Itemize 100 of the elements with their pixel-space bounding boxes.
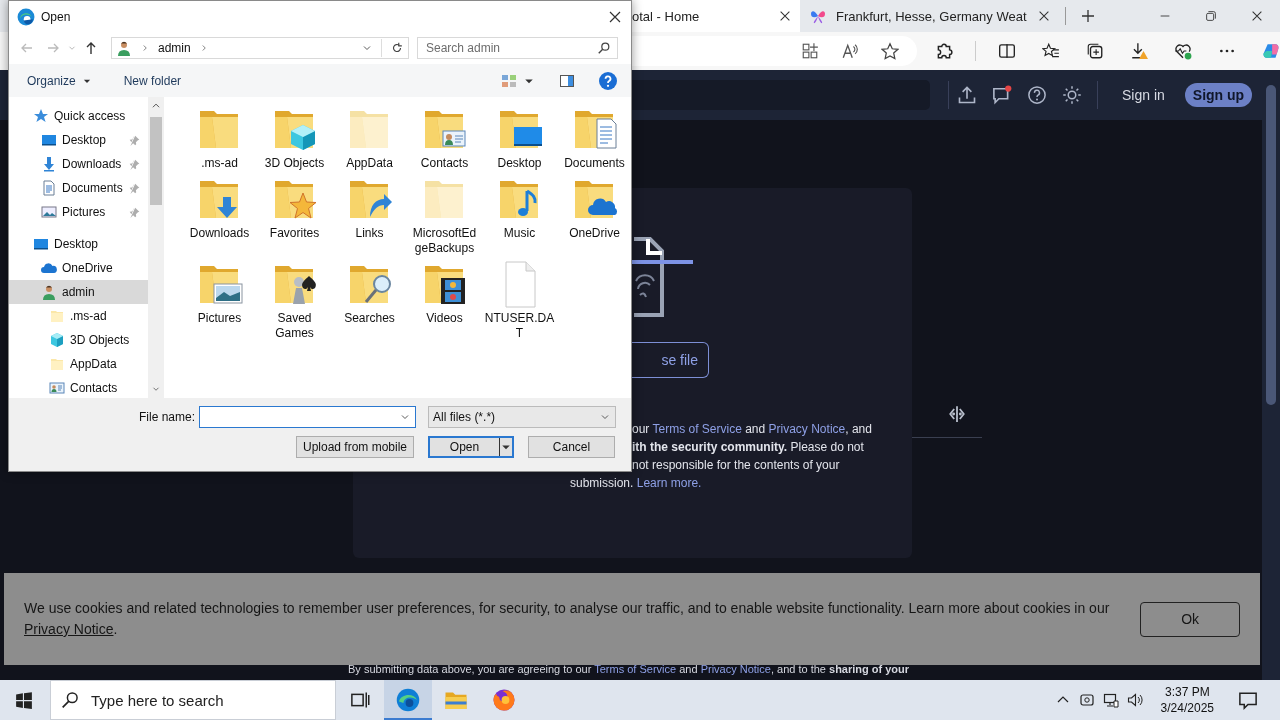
collections-icon[interactable] (1086, 42, 1104, 60)
file-item[interactable]: Contacts (407, 105, 482, 171)
swirl-logo-icon[interactable] (1262, 42, 1280, 60)
app-logo-icon (17, 7, 35, 26)
new-folder-button[interactable]: New folder (115, 73, 190, 88)
file-item[interactable]: MicrosoftEdgeBackups (407, 175, 482, 256)
link[interactable]: Privacy Notice (700, 663, 771, 675)
scrollbar[interactable] (1262, 70, 1280, 680)
search-field[interactable]: Type here to search (50, 680, 336, 720)
file-item[interactable]: NTUSER.DAT (482, 260, 557, 341)
user-icon (41, 284, 57, 300)
star-icon[interactable] (881, 42, 899, 60)
upload-icon[interactable] (957, 85, 977, 105)
nav-item[interactable]: Downloads (9, 152, 148, 176)
taskbar-app[interactable] (384, 680, 432, 720)
dialog-button[interactable]: Upload from mobile (296, 436, 414, 458)
nav-item[interactable]: Pictures (9, 200, 148, 224)
sign-in-link[interactable]: Sign in (1122, 87, 1165, 103)
notice-text: not responsible for the contents of your (632, 457, 840, 474)
monitor-icon (41, 132, 57, 148)
puzzle-icon[interactable] (935, 42, 953, 60)
read-aloud-icon[interactable] (841, 42, 859, 60)
help-icon[interactable] (599, 71, 617, 90)
scroll-thumb[interactable] (1266, 85, 1276, 405)
file-item[interactable]: Documents (557, 105, 632, 171)
browser-tab[interactable]: otal - Home (632, 0, 800, 32)
ok-button[interactable]: Ok (1140, 601, 1240, 637)
link[interactable]: Learn more. (636, 476, 702, 490)
picture-icon (41, 204, 57, 220)
windows-logo-icon (15, 691, 33, 709)
scrollbar[interactable] (148, 97, 164, 398)
sun-icon[interactable] (1062, 85, 1082, 105)
link[interactable]: Terms of Service (594, 663, 677, 675)
search-icon (597, 41, 611, 55)
nav-item[interactable]: Quick access (9, 104, 148, 128)
file-item[interactable]: Downloads (182, 175, 257, 256)
file-name-field[interactable] (199, 406, 417, 428)
nav-item[interactable]: admin (9, 280, 148, 304)
file-item[interactable]: Saved Games (257, 260, 332, 341)
notice-text: our Terms of Service and Privacy Notice, and (632, 421, 872, 438)
nav-item[interactable]: Desktop (9, 232, 148, 256)
download-icon[interactable] (1130, 42, 1148, 60)
nav-item[interactable]: Desktop (9, 128, 148, 152)
browser-icon (396, 688, 420, 712)
folder-icon (49, 356, 65, 372)
restore-icon[interactable] (1204, 9, 1218, 23)
file-item[interactable]: Videos (407, 260, 482, 341)
chat-icon[interactable] (992, 85, 1012, 105)
favorites-icon[interactable] (1042, 42, 1060, 60)
file-item[interactable]: Links (332, 175, 407, 256)
browser-tab[interactable]: Frankfurt, Hesse, Germany Weat (800, 0, 1059, 32)
webcam-icon[interactable] (1078, 692, 1095, 708)
file-type-dropdown[interactable]: All files (*.*) (428, 406, 617, 428)
link[interactable]: Terms of Service (652, 422, 742, 436)
monitor-icon (33, 236, 49, 252)
volume-icon[interactable] (1126, 692, 1143, 708)
file-item[interactable]: Pictures (182, 260, 257, 341)
add-app-icon[interactable] (801, 42, 819, 60)
dialog-button[interactable]: Cancel (528, 436, 615, 458)
scroll-thumb[interactable] (150, 117, 162, 205)
file-item[interactable]: .ms-ad (182, 105, 257, 171)
sign-up-button[interactable]: Sign up (1184, 83, 1253, 107)
help-icon[interactable] (1027, 85, 1047, 105)
notification-icon[interactable] (1238, 690, 1258, 710)
search-field[interactable]: Search admin (417, 37, 618, 59)
new-tab-icon[interactable] (1079, 8, 1096, 24)
split-button[interactable]: Open (428, 436, 514, 458)
task-view-icon (350, 690, 370, 710)
address-field[interactable]: admin (111, 37, 409, 59)
file-item[interactable]: Favorites (257, 175, 332, 256)
file-item[interactable]: 3D Objects (257, 105, 332, 171)
file-item[interactable]: AppData (332, 105, 407, 171)
file-item[interactable]: Music (482, 175, 557, 256)
clock-date: 3/24/2025 (1160, 700, 1214, 716)
file-item[interactable]: Desktop (482, 105, 557, 171)
split-screen-icon[interactable] (998, 42, 1016, 60)
folder-icon (49, 308, 65, 324)
file-item[interactable]: Searches (332, 260, 407, 341)
nav-item[interactable]: Contacts (9, 376, 148, 398)
preview-pane-icon[interactable] (559, 72, 575, 89)
split-icon[interactable] (947, 405, 967, 423)
cookie-text: We use cookies and related technologies to remember user preferences, for security, to analyse our traffic, and to enable website functionality. Learn more about cookies in our Privacy Notice. (24, 599, 1111, 639)
download-arrow-icon (41, 156, 57, 172)
heart-pulse-icon[interactable] (1174, 42, 1192, 60)
nav-item[interactable]: OneDrive (9, 256, 148, 280)
nav-item[interactable]: .ms-ad (9, 304, 148, 328)
refresh-icon[interactable] (390, 41, 404, 55)
close-icon[interactable] (778, 9, 792, 23)
search-field[interactable] (632, 80, 930, 110)
close-icon[interactable] (1250, 9, 1264, 23)
file-item[interactable]: OneDrive (557, 175, 632, 256)
network-icon[interactable] (1102, 692, 1119, 708)
nav-item[interactable]: 3D Objects (9, 328, 148, 352)
nav-item[interactable]: Documents (9, 176, 148, 200)
cube-icon (49, 332, 65, 348)
breadcrumb[interactable]: admin (158, 41, 191, 55)
clock[interactable]: 3:37 PM 3/24/2025 (1150, 680, 1224, 720)
notice-text: ith the security community. Please do not (632, 439, 864, 456)
nav-item[interactable]: AppData (9, 352, 148, 376)
organize-button[interactable]: Organize (19, 73, 100, 88)
